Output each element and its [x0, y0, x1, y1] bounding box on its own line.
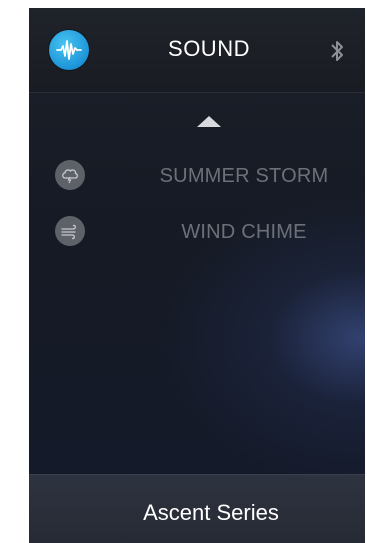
- header-bar: SOUND: [29, 8, 365, 93]
- wind-icon: [55, 216, 85, 246]
- list-item-summer-storm[interactable]: SUMMER STORM: [29, 156, 365, 196]
- storm-cloud-icon: [55, 160, 85, 190]
- device-screen: SOUND SUMMER STORM WIND CHIME Ascent Ser…: [29, 8, 365, 543]
- list-item-label: WIND CHIME: [181, 221, 307, 243]
- list-item-wind-chime[interactable]: WIND CHIME: [29, 212, 365, 252]
- bluetooth-icon[interactable]: [329, 38, 345, 64]
- list-item-label: SUMMER STORM: [159, 165, 329, 187]
- sound-wave-icon[interactable]: [49, 30, 89, 70]
- scroll-up-button[interactable]: [197, 116, 221, 127]
- footer-bar[interactable]: Ascent Series: [29, 474, 365, 543]
- footer-label: Ascent Series: [143, 500, 279, 525]
- page-title: SOUND: [168, 36, 250, 61]
